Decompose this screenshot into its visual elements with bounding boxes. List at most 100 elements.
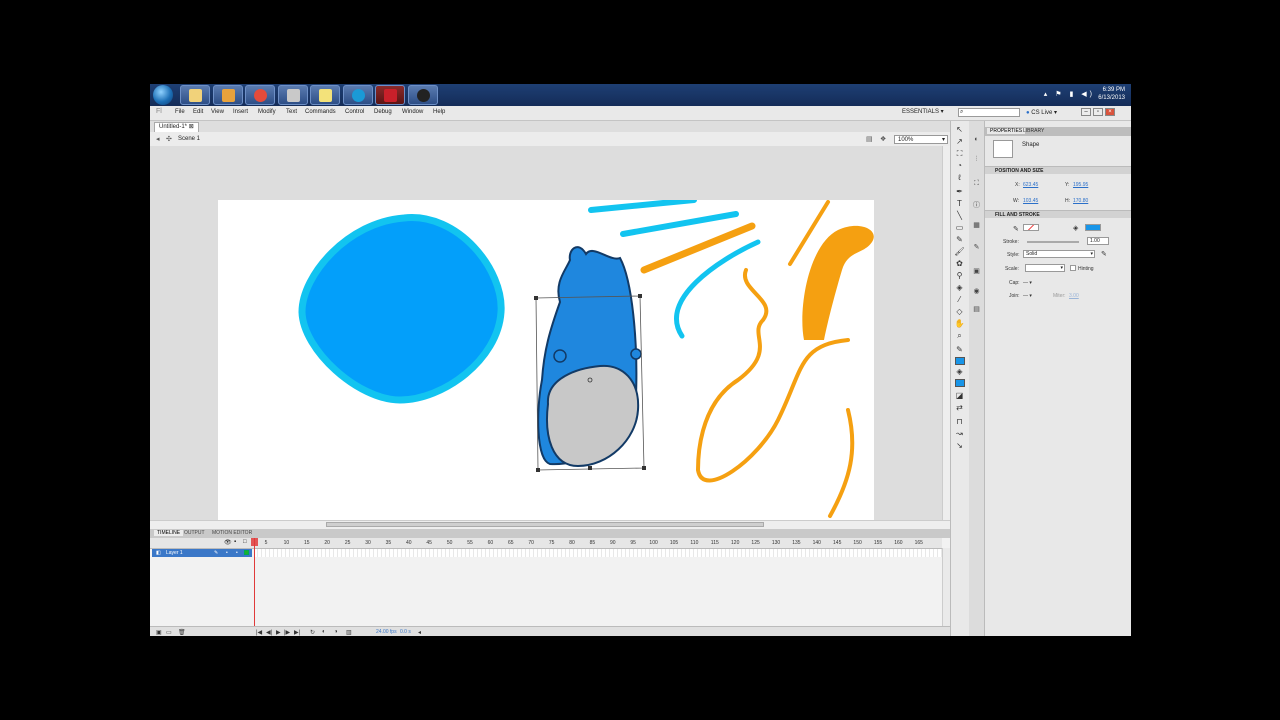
h-value[interactable]: 170.80 bbox=[1073, 198, 1088, 204]
stroke-width-input[interactable]: 1.00 bbox=[1087, 237, 1109, 245]
tab-library[interactable]: LIBRARY bbox=[1023, 128, 1044, 134]
menu-debug[interactable]: Debug bbox=[374, 109, 392, 115]
new-layer-icon[interactable]: ▣ bbox=[156, 629, 162, 636]
lock-dot-icon[interactable]: • bbox=[236, 549, 238, 557]
stroke-color-box[interactable] bbox=[1023, 224, 1039, 231]
horizontal-scroll-thumb[interactable] bbox=[326, 522, 764, 527]
snap-icon[interactable]: ⊓ bbox=[954, 417, 965, 427]
library-panel-icon[interactable]: ▤ bbox=[971, 305, 982, 315]
text-tool-icon[interactable]: T bbox=[954, 199, 965, 209]
miter-value[interactable]: 3.00 bbox=[1069, 293, 1079, 299]
stroke-color-swatch[interactable] bbox=[955, 357, 965, 365]
code-snippets-icon[interactable]: ✎ bbox=[971, 243, 982, 253]
start-button[interactable] bbox=[153, 85, 173, 105]
frame-rate[interactable]: 24.00 fps bbox=[376, 629, 397, 635]
tray-icons[interactable]: ▴ ⚑ ▮ ◀) bbox=[1044, 90, 1095, 98]
hand-tool-icon[interactable]: ✋ bbox=[954, 319, 965, 329]
taskbar-app-app4[interactable] bbox=[277, 85, 308, 105]
stage[interactable] bbox=[218, 197, 874, 520]
loop-icon[interactable]: ↻ bbox=[310, 629, 315, 636]
y-value[interactable]: 195.95 bbox=[1073, 182, 1088, 188]
motion-presets-icon[interactable]: ◉ bbox=[971, 287, 982, 297]
fill-color-swatch[interactable] bbox=[955, 379, 965, 387]
menu-window[interactable]: Window bbox=[402, 109, 423, 115]
taskbar-app-flash[interactable] bbox=[375, 85, 405, 105]
color-panel-icon[interactable]: ◐ bbox=[971, 135, 982, 145]
taskbar-app-app5[interactable] bbox=[310, 85, 340, 105]
fill-color-box[interactable] bbox=[1085, 224, 1101, 231]
frame-ruler[interactable]: 5 10 15 20 25 30 35 40 45 50 55 60 65 70 75 80 85 90 95 100… bbox=[254, 538, 942, 549]
edit-multiple-icon[interactable]: ▥ bbox=[346, 629, 352, 636]
edit-symbols-icon[interactable]: ❖ bbox=[880, 135, 886, 143]
selection-tool-icon[interactable]: ↖ bbox=[954, 125, 965, 135]
taskbar-app-skype[interactable] bbox=[342, 85, 373, 105]
rectangle-tool-icon[interactable]: ▭ bbox=[954, 223, 965, 233]
zoom-select[interactable]: 100% ▾ bbox=[894, 135, 948, 144]
align-panel-icon[interactable]: ⫶ bbox=[971, 155, 982, 165]
menu-control[interactable]: Control bbox=[345, 109, 364, 115]
free-transform-tool-icon[interactable]: ⛶ bbox=[954, 149, 965, 159]
w-value[interactable]: 103.45 bbox=[1023, 198, 1038, 204]
visibility-icon[interactable]: 👁 bbox=[224, 539, 232, 546]
help-search-input[interactable]: ⌕ bbox=[958, 108, 1020, 117]
pen-tool-icon[interactable]: ✒ bbox=[954, 187, 965, 197]
fill-stroke-section[interactable]: FILL AND STROKE bbox=[985, 210, 1131, 218]
taskbar-app-explorer[interactable] bbox=[180, 85, 210, 105]
edit-scene-icon[interactable]: ▤ bbox=[866, 135, 873, 143]
bone-tool-icon[interactable]: ⚲ bbox=[954, 271, 965, 281]
first-frame-icon[interactable]: |◀ bbox=[256, 629, 262, 636]
taskbar-app-app8[interactable] bbox=[407, 85, 438, 105]
prev-frame-icon[interactable]: ◀| bbox=[266, 629, 272, 636]
scroll-left-icon[interactable]: ◂ bbox=[418, 629, 421, 636]
menu-commands[interactable]: Commands bbox=[305, 109, 336, 115]
transform-panel-icon[interactable]: ⛶ bbox=[971, 179, 982, 189]
edit-stroke-style-icon[interactable]: ✎ bbox=[1101, 250, 1107, 258]
eyedropper-tool-icon[interactable]: ⁄ bbox=[954, 295, 965, 305]
workspace-switcher[interactable]: ESSENTIALS ▾ bbox=[902, 108, 944, 115]
swatches-panel-icon[interactable]: ▦ bbox=[971, 221, 982, 231]
document-tab[interactable]: Untitled-1* ⊠ bbox=[154, 122, 199, 132]
taskbar-app-media-player[interactable] bbox=[212, 85, 243, 105]
info-panel-icon[interactable]: ⓘ bbox=[971, 201, 982, 211]
menu-file[interactable]: File bbox=[175, 109, 185, 115]
last-frame-icon[interactable]: ▶| bbox=[294, 629, 300, 636]
paint-bucket-tool-icon[interactable]: ◈ bbox=[954, 283, 965, 293]
style-select[interactable]: Solid ▾ bbox=[1023, 250, 1095, 258]
components-panel-icon[interactable]: ▣ bbox=[971, 267, 982, 277]
cap-select[interactable]: — ▾ bbox=[1023, 280, 1032, 286]
zoom-tool-icon[interactable]: ⌕ bbox=[954, 331, 965, 341]
smooth-icon[interactable]: ↝ bbox=[954, 429, 965, 439]
tab-timeline[interactable]: TIMELINE bbox=[154, 530, 184, 536]
menu-insert[interactable]: Insert bbox=[233, 109, 248, 115]
clock[interactable]: 6:39 PM 6/13/2013 bbox=[1098, 86, 1125, 102]
3d-rotation-tool-icon[interactable]: ◔ bbox=[954, 161, 965, 171]
menu-help[interactable]: Help bbox=[433, 109, 445, 115]
deco-tool-icon[interactable]: ✿ bbox=[954, 259, 965, 269]
minimize-button[interactable]: – bbox=[1081, 108, 1091, 116]
play-icon[interactable]: ▶ bbox=[276, 629, 281, 636]
tab-properties[interactable]: PROPERTIES bbox=[987, 128, 1026, 134]
line-tool-icon[interactable]: ╲ bbox=[954, 211, 965, 221]
position-size-section[interactable]: POSITION AND SIZE bbox=[985, 166, 1131, 174]
straighten-icon[interactable]: ↘ bbox=[954, 441, 965, 451]
tab-motion-editor[interactable]: MOTION EDITOR bbox=[212, 530, 252, 536]
menu-modify[interactable]: Modify bbox=[258, 109, 276, 115]
pencil-tool-icon[interactable]: ✎ bbox=[954, 235, 965, 245]
menu-edit[interactable]: Edit bbox=[193, 109, 203, 115]
join-select[interactable]: — ▾ bbox=[1023, 293, 1032, 299]
layer-row[interactable]: Layer 1 ◧ ✎ • • bbox=[152, 549, 252, 557]
onion-skin-icon[interactable]: ◐ bbox=[322, 629, 326, 635]
taskbar-app-chrome[interactable] bbox=[245, 85, 275, 105]
playhead[interactable] bbox=[254, 538, 255, 626]
next-frame-icon[interactable]: |▶ bbox=[284, 629, 290, 636]
visible-dot-icon[interactable]: • bbox=[226, 549, 228, 557]
back-arrow-icon[interactable]: ◂ bbox=[156, 135, 160, 143]
swap-colors-icon[interactable]: ⇄ bbox=[954, 403, 965, 413]
new-folder-icon[interactable]: ▭ bbox=[166, 629, 172, 636]
delete-layer-icon[interactable]: 🗑 bbox=[178, 629, 186, 636]
stage-horizontal-scrollbar[interactable] bbox=[150, 520, 950, 529]
menu-view[interactable]: View bbox=[211, 109, 224, 115]
stroke-slider[interactable] bbox=[1027, 241, 1079, 243]
onion-outline-icon[interactable]: ◑ bbox=[334, 629, 338, 635]
black-white-icon[interactable]: ◪ bbox=[954, 391, 965, 401]
